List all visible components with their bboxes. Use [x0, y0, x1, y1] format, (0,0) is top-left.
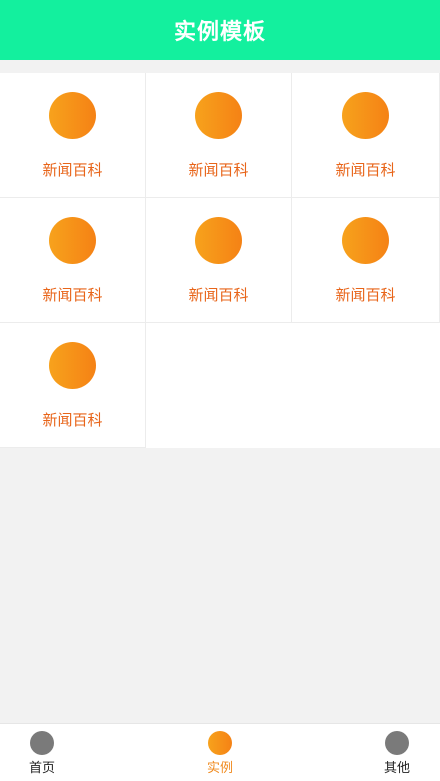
- tab-home[interactable]: 首页: [22, 724, 62, 781]
- grid-item-label: 新闻百科: [42, 161, 103, 179]
- top-header: 实例模板: [0, 0, 440, 60]
- grid-item-label: 新闻百科: [188, 286, 249, 304]
- grid-item-label: 新闻百科: [335, 161, 396, 179]
- grid-item-label: 新闻百科: [335, 286, 396, 304]
- tab-example[interactable]: 实例: [200, 724, 240, 781]
- home-icon: [30, 731, 54, 755]
- grid-item[interactable]: 新闻百科: [0, 323, 146, 448]
- tab-other-label: 其他: [383, 761, 410, 776]
- tab-other[interactable]: 其他: [377, 724, 417, 781]
- grid-item-label: 新闻百科: [42, 286, 103, 304]
- bottom-tab-bar: 首页 实例 其他: [0, 723, 440, 781]
- feature-grid: 新闻百科 新闻百科 新闻百科 新闻百科 新闻百科 新闻百科 新闻百科: [0, 73, 440, 448]
- grid-empty-space: [146, 323, 440, 448]
- orange-circle-icon: [195, 217, 242, 264]
- grid-item[interactable]: 新闻百科: [292, 198, 440, 323]
- app-page: 实例模板 新闻百科 新闻百科 新闻百科 新闻百科 新闻百科 新闻百科 新闻百科 …: [0, 0, 440, 781]
- grid-item[interactable]: 新闻百科: [0, 73, 146, 198]
- orange-circle-icon: [342, 217, 389, 264]
- other-icon: [385, 731, 409, 755]
- orange-circle-icon: [49, 342, 96, 389]
- grid-item-label: 新闻百科: [42, 411, 103, 429]
- orange-circle-icon: [49, 92, 96, 139]
- grid-item[interactable]: 新闻百科: [292, 73, 440, 198]
- tab-example-label: 实例: [206, 761, 233, 776]
- grid-item-label: 新闻百科: [188, 161, 249, 179]
- orange-circle-icon: [195, 92, 242, 139]
- grid-item[interactable]: 新闻百科: [0, 198, 146, 323]
- orange-circle-icon: [342, 92, 389, 139]
- orange-circle-icon: [49, 217, 96, 264]
- example-icon: [208, 731, 232, 755]
- grid-item[interactable]: 新闻百科: [146, 73, 292, 198]
- tab-home-label: 首页: [28, 761, 55, 776]
- page-title: 实例模板: [173, 20, 266, 45]
- grid-item[interactable]: 新闻百科: [146, 198, 292, 323]
